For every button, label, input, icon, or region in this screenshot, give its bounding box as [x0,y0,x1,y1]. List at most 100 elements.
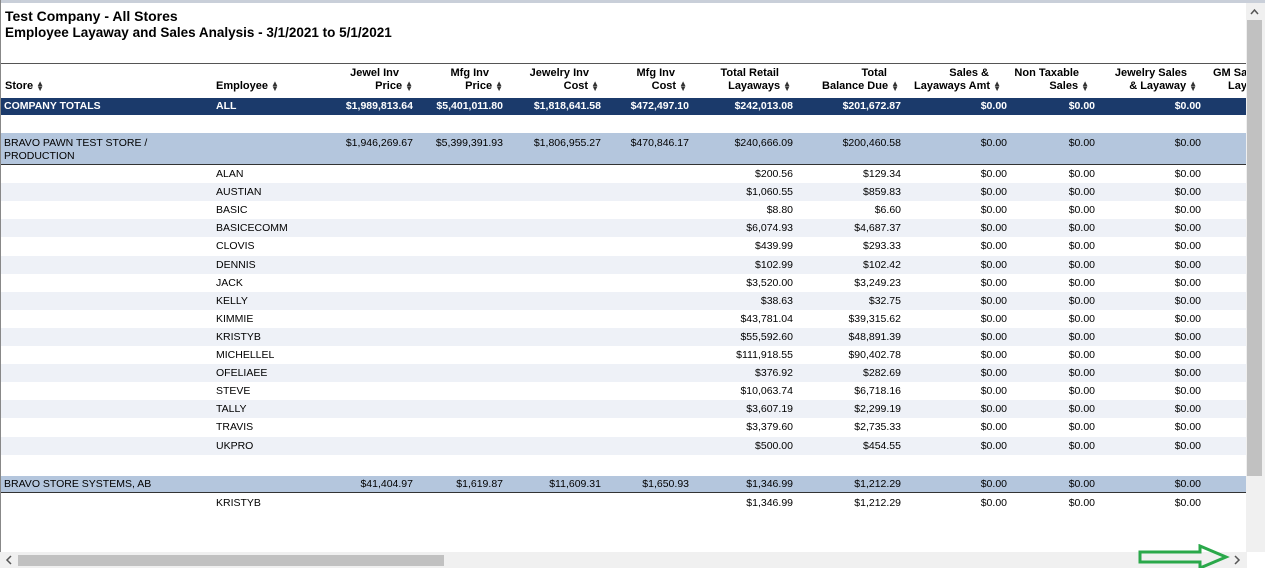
store-divider [1,492,1246,493]
vertical-scroll-thumb[interactable] [1247,20,1262,476]
employee-total-balance: $859.83 [863,186,901,199]
chevron-up-icon[interactable] [1250,7,1259,18]
store-row[interactable]: BRAVO STORE SYSTEMS, AB $41,404.97 $1,61… [1,476,1246,492]
employee-total-retail: $1,346.99 [746,497,793,509]
sort-icon[interactable]: ▲ ▼ [36,80,44,93]
store-mfg-inv-cost: $1,650.93 [642,478,689,490]
employee-total-retail: $1,060.55 [746,186,793,199]
table-row[interactable]: KRISTYB $1,346.99 $1,212.29 $0.00 $0.00 $0.00 [1,494,1246,512]
employee-sales-layaways: $0.00 [980,186,1007,199]
table-row[interactable]: DENNIS $102.99 $102.42 $0.00 $0.00 $0.00 [1,255,1246,274]
sort-icon[interactable]: ▲ ▼ [271,80,279,93]
employee-jewelry-sales: $0.00 [1174,204,1201,217]
employee-jewelry-sales: $0.00 [1174,276,1201,289]
totals-jewelry-sales: $0.00 [1174,100,1201,112]
column-header-jewelry-inv-cost[interactable]: Jewelry Inv Cost ▲ ▼ [507,67,599,97]
company-totals-row[interactable]: COMPANY TOTALS ALL $1,989,813.64 $5,401,… [1,98,1246,115]
employee-total-retail: $55,592.60 [740,330,793,343]
header-divider [1,63,1246,64]
store-total-retail: $240,666.09 [734,137,793,149]
report-window: Test Company - All Stores Employee Layaw… [0,0,1265,571]
table-row[interactable]: STEVE $10,063.74 $6,718.16 $0.00 $0.00 $0.00 [1,382,1246,401]
employee-total-balance: $282.69 [863,367,901,380]
employee-jewelry-sales: $0.00 [1174,312,1201,325]
column-header-sales-layaways-amt[interactable]: Sales & Layaways Amt ▲ ▼ [905,67,1001,97]
table-row[interactable]: BASICECOMM $6,074.93 $4,687.37 $0.00 $0.00 $0… [1,219,1246,238]
store-mfg-inv-cost: $470,846.17 [630,137,689,149]
employee-sales-layaways: $0.00 [980,497,1007,509]
chevron-right-icon[interactable] [1234,555,1241,568]
store-jewelry-inv-cost: $1,806,955.27 [533,137,601,149]
table-row[interactable]: TRAVIS $3,379.60 $2,735.33 $0.00 $0.00 $0.00 [1,418,1246,437]
employee-sales-layaways: $0.00 [980,258,1007,271]
table-row[interactable]: UKPRO $500.00 $454.55 $0.00 $0.00 $0.00 [1,436,1246,455]
employee-sales-layaways: $0.00 [980,330,1007,343]
table-row[interactable]: OFELIAEE $376.92 $282.69 $0.00 $0.00 $0.00 [1,364,1246,383]
column-header-jewelry-sales-layaway[interactable]: Jewelry Sales & Layaway ▲ ▼ [1101,67,1197,97]
table-row[interactable]: KIMMIE $43,781.04 $39,315.62 $0.00 $0.00 $0.0… [1,309,1246,328]
totals-total-retail: $242,013.08 [734,100,793,112]
employee-name: DENNIS [216,258,256,271]
employee-total-balance: $1,212.29 [854,497,901,509]
store-row[interactable]: BRAVO PAWN TEST STORE / PRODUCTION $1,94… [1,133,1246,164]
employee-total-balance: $129.34 [863,168,901,180]
table-row[interactable]: BASIC $8.80 $6.60 $0.00 $0.00 $0.00 [1,201,1246,220]
store-name: BRAVO STORE SYSTEMS, AB [4,478,152,490]
employee-total-balance: $293.33 [863,240,901,253]
column-header-gm-sales-layaway[interactable]: GM Sa Lay [1213,67,1246,97]
table-row[interactable]: AUSTIAN $1,060.55 $859.83 $0.00 $0.00 $0.00 [1,183,1246,202]
table-row[interactable]: KRISTYB $55,592.60 $48,891.39 $0.00 $0.00 $0.… [1,327,1246,346]
employee-sales-layaways: $0.00 [980,403,1007,416]
employee-non-taxable: $0.00 [1068,294,1095,307]
table-row[interactable]: ALAN $200.56 $129.34 $0.00 $0.00 $0.00 [1,165,1246,184]
column-header-total-retail-layaways[interactable]: Total Retail Layaways ▲ ▼ [701,67,791,97]
employee-name: TALLY [216,403,247,416]
sort-icon[interactable]: ▲ ▼ [591,80,599,93]
sort-icon[interactable]: ▲ ▼ [1189,80,1197,93]
employee-sales-layaways: $0.00 [980,439,1007,452]
store-jewelry-sales: $0.00 [1174,478,1201,490]
employee-non-taxable: $0.00 [1068,168,1095,180]
employee-non-taxable: $0.00 [1068,258,1095,271]
employee-name: TRAVIS [216,421,254,434]
totals-non-taxable: $0.00 [1068,100,1095,112]
employee-name: STEVE [216,385,251,398]
employee-non-taxable: $0.00 [1068,439,1095,452]
employee-non-taxable: $0.00 [1068,276,1095,289]
table-row[interactable]: KELLY $38.63 $32.75 $0.00 $0.00 $0.00 [1,291,1246,310]
totals-store: COMPANY TOTALS [4,100,101,112]
chevron-left-icon[interactable] [5,555,12,568]
employee-sales-layaways: $0.00 [980,421,1007,434]
sort-icon[interactable]: ▲ ▼ [405,80,413,93]
sort-icon[interactable]: ▲ ▼ [783,80,791,93]
table-row[interactable]: JACK $3,520.00 $3,249.23 $0.00 $0.00 $0.00 [1,273,1246,292]
employee-name: MICHELLEL [216,349,275,361]
sort-icon[interactable]: ▲ ▼ [679,80,687,93]
column-header-jewel-inv-price[interactable]: Jewel Inv Price ▲ ▼ [317,67,413,97]
store-jewel-inv-price: $1,946,269.67 [345,137,413,149]
table-row[interactable]: CLOVIS $439.99 $293.33 $0.00 $0.00 $0.00 [1,237,1246,256]
employee-non-taxable: $0.00 [1068,367,1095,380]
employee-jewelry-sales: $0.00 [1174,497,1201,509]
employee-jewelry-sales: $0.00 [1174,385,1201,398]
horizontal-scroll-thumb[interactable] [18,555,444,566]
column-header-mfg-inv-price[interactable]: Mfg Inv Price ▲ ▼ [421,67,504,97]
table-row[interactable]: TALLY $3,607.19 $2,299.19 $0.00 $0.00 $0.00 [1,400,1246,419]
sort-icon[interactable]: ▲ ▼ [495,80,503,93]
column-header-mfg-inv-cost[interactable]: Mfg Inv Cost ▲ ▼ [609,67,688,97]
employee-jewelry-sales: $0.00 [1174,186,1201,199]
employee-total-balance: $48,891.39 [848,330,901,343]
employee-total-retail: $500.00 [755,439,793,452]
column-header-total-balance-due[interactable]: Total Balance Due ▲ ▼ [801,67,899,97]
employee-sales-layaways: $0.00 [980,349,1007,361]
table-row[interactable]: MICHELLEL $111,918.55 $90,402.78 $0.00 $0.00… [1,346,1246,365]
sort-icon[interactable]: ▲ ▼ [1081,80,1089,93]
employee-jewelry-sales: $0.00 [1174,168,1201,180]
employee-name: BASIC [216,204,248,217]
column-header-non-taxable-sales[interactable]: Non Taxable Sales ▲ ▼ [1007,67,1089,97]
report-viewport[interactable]: Test Company - All Stores Employee Layaw… [1,3,1246,552]
sort-icon[interactable]: ▲ ▼ [993,80,1001,93]
sort-icon[interactable]: ▲ ▼ [891,80,899,93]
employee-sales-layaways: $0.00 [980,367,1007,380]
employee-non-taxable: $0.00 [1068,421,1095,434]
